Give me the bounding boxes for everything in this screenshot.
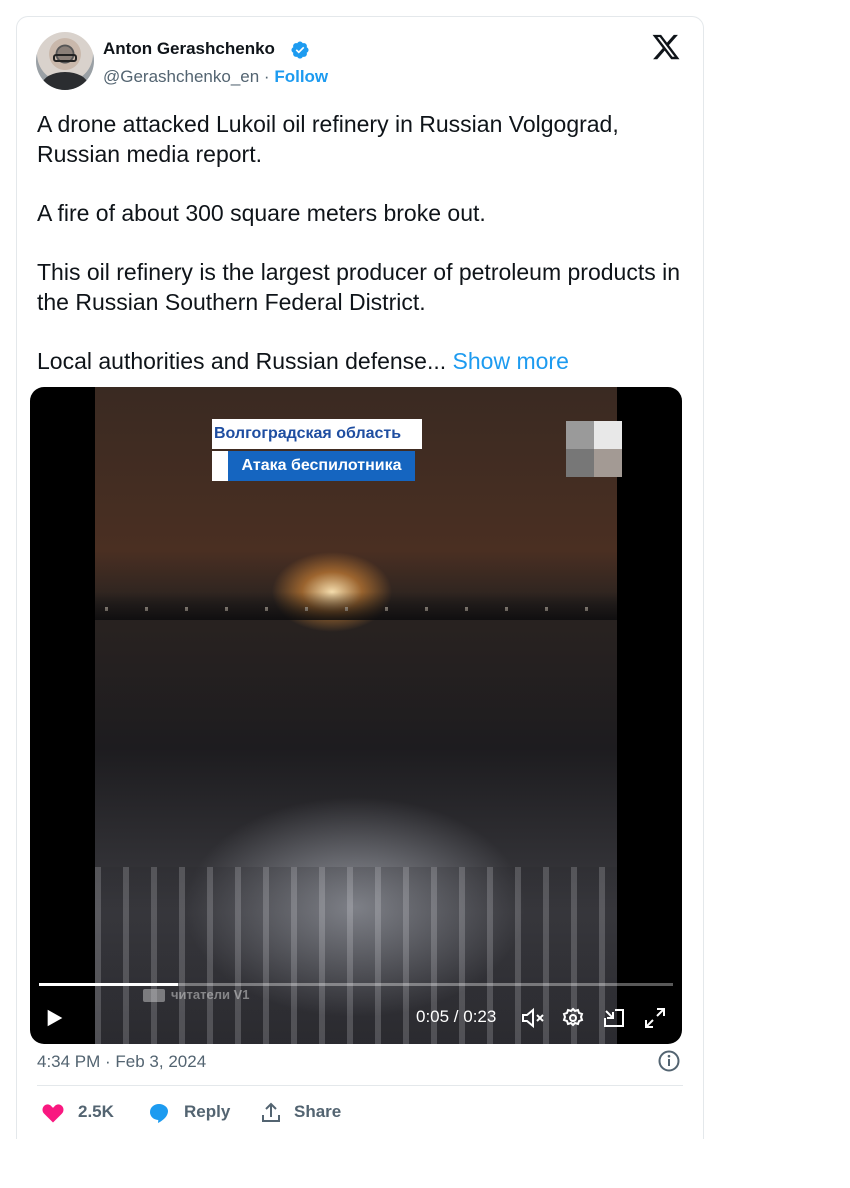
tweet-paragraph-truncated: Local authorities and Russian defense...… (37, 346, 687, 376)
watermark-text: читатели V1 (171, 987, 250, 1002)
follow-button[interactable]: Follow (274, 67, 328, 86)
avatar-glasses-shape (53, 54, 77, 62)
heart-icon (42, 1104, 64, 1123)
info-icon[interactable] (657, 1049, 681, 1073)
show-more-link[interactable]: Show more (453, 348, 569, 374)
like-button[interactable]: 2.5K (41, 1100, 131, 1124)
author-handle-line: @Gerashchenko_en · Follow (103, 67, 328, 87)
tweet-paragraph: A fire of about 300 square meters broke … (37, 200, 486, 226)
author-name[interactable]: Anton Gerashchenko (103, 39, 275, 59)
dock-icon[interactable] (602, 1004, 626, 1032)
tweet-paragraph: A drone attacked Lukoil oil refinery in … (37, 111, 619, 167)
verified-badge-icon (291, 41, 309, 59)
settings-icon[interactable] (561, 1004, 585, 1032)
reply-button[interactable]: Reply (147, 1100, 247, 1124)
avatar-body-shape (42, 72, 88, 90)
mute-icon[interactable] (520, 1004, 546, 1032)
tweet-text: A drone attacked Lukoil oil refinery in … (37, 109, 687, 376)
skyline-shadow (95, 592, 617, 620)
video-caption-event: Атака беспилотника (228, 451, 415, 481)
truncated-text: Local authorities and Russian defense... (37, 348, 447, 374)
video-time-display: 0:05 / 0:23 (416, 1007, 497, 1026)
share-button[interactable]: Share (259, 1100, 359, 1124)
video-progress-fill (39, 983, 179, 986)
share-icon (262, 1102, 280, 1122)
blurred-logo (566, 421, 622, 477)
camera-icon (143, 989, 165, 1003)
reply-icon (150, 1104, 168, 1123)
video-watermark: читатели V1 (143, 987, 250, 1003)
share-label: Share (294, 1102, 342, 1121)
play-icon[interactable] (44, 1004, 66, 1032)
caption-edge (212, 451, 228, 481)
like-count: 2.5K (78, 1102, 114, 1121)
fullscreen-icon[interactable] (643, 1004, 667, 1032)
tweet-card: Anton Gerashchenko @Gerashchenko_en · Fo… (16, 16, 704, 1139)
video-frame[interactable]: Волгоградская область Атака беспилотника (95, 387, 622, 1044)
video-player[interactable]: Волгоградская область Атака беспилотника… (30, 387, 682, 1044)
video-caption-region: Волгоградская область (212, 419, 422, 449)
tweet-timestamp[interactable]: 4:34 PM · Feb 3, 2024 (37, 1052, 206, 1072)
handle-separator: · (263, 67, 270, 86)
x-logo-icon[interactable] (651, 32, 681, 62)
footer-divider (37, 1085, 683, 1086)
author-avatar[interactable] (36, 32, 94, 90)
tweet-paragraph: This oil refinery is the largest produce… (37, 259, 681, 315)
reply-label: Reply (184, 1102, 231, 1121)
author-handle[interactable]: @Gerashchenko_en (103, 67, 259, 86)
video-progress-bar[interactable] (39, 983, 673, 986)
